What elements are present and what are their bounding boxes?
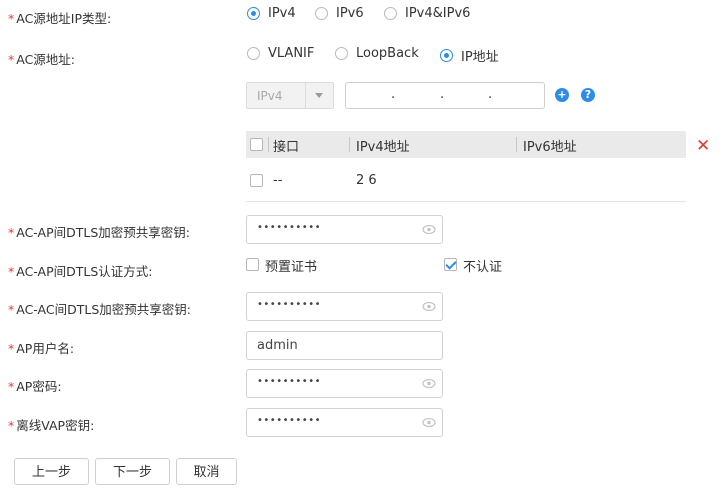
column-interface: 接口 bbox=[273, 140, 300, 155]
radio-ipv6-indicator[interactable] bbox=[315, 7, 328, 20]
acac-psk-input[interactable]: •••••••••• bbox=[246, 292, 443, 321]
radio-ip-address[interactable]: IP地址 bbox=[440, 46, 499, 65]
table-row: -- 2 6 bbox=[246, 158, 686, 202]
column-ipv6: IPv6地址 bbox=[523, 140, 577, 155]
ap-password-input[interactable]: •••••••••• bbox=[246, 369, 443, 398]
dtls-psk-label: * AC-AP间DTLS加密预共享密钥: bbox=[8, 225, 191, 240]
ip-address-input[interactable]: . . . bbox=[345, 82, 545, 109]
radio-ipv4-ipv6[interactable]: IPv4&IPv6 bbox=[384, 6, 470, 21]
row-checkbox[interactable] bbox=[250, 174, 263, 187]
ip-version-select[interactable]: IPv4 bbox=[246, 82, 334, 109]
dtls-psk-input[interactable]: •••••••••• bbox=[246, 215, 443, 244]
question-circle-icon[interactable]: ? bbox=[581, 88, 595, 102]
radio-vlanif-indicator[interactable] bbox=[247, 47, 260, 60]
eye-icon[interactable] bbox=[422, 224, 436, 235]
prev-step-button[interactable]: 上一步 bbox=[14, 458, 89, 485]
plus-circle-icon[interactable]: + bbox=[555, 88, 569, 102]
vap-key-input[interactable]: •••••••••• bbox=[246, 408, 443, 437]
eye-icon[interactable] bbox=[422, 301, 436, 312]
source-address-label: * AC源地址: bbox=[8, 52, 76, 67]
eye-icon[interactable] bbox=[422, 378, 436, 389]
eye-icon[interactable] bbox=[422, 417, 436, 428]
ap-username-label: * AP用户名: bbox=[8, 341, 75, 356]
select-all-checkbox[interactable] bbox=[250, 138, 263, 151]
radio-loopback-indicator[interactable] bbox=[335, 47, 348, 60]
ap-username-input[interactable]: admin bbox=[246, 331, 443, 360]
ap-password-label: * AP密码: bbox=[8, 379, 62, 394]
ip-type-label: * AC源地址IP类型: bbox=[8, 11, 112, 26]
chevron-down-icon[interactable] bbox=[315, 93, 323, 98]
acac-psk-label: * AC-AC间DTLS加密预共享密钥: bbox=[8, 302, 191, 317]
radio-ipv6[interactable]: IPv6 bbox=[315, 6, 364, 21]
dtls-auth-label: * AC-AP间DTLS认证方式: bbox=[8, 264, 153, 279]
radio-ipv4[interactable]: IPv4 bbox=[247, 6, 296, 21]
next-step-button[interactable]: 下一步 bbox=[95, 458, 170, 485]
no-auth-checkbox[interactable] bbox=[444, 258, 457, 271]
radio-ip-address-indicator[interactable] bbox=[440, 49, 453, 62]
close-icon[interactable]: ✕ bbox=[696, 138, 710, 155]
radio-ipv4-indicator[interactable] bbox=[247, 7, 260, 20]
column-ipv4: IPv4地址 bbox=[356, 140, 410, 155]
radio-vlanif[interactable]: VLANIF bbox=[247, 46, 314, 61]
preset-cert-checkbox[interactable] bbox=[246, 258, 259, 271]
vap-key-label: * 离线VAP密钥: bbox=[8, 418, 95, 433]
interface-table-header: 接口 IPv4地址 IPv6地址 bbox=[246, 131, 686, 158]
cancel-button[interactable]: 取消 bbox=[176, 458, 237, 485]
radio-ipv4-ipv6-indicator[interactable] bbox=[384, 7, 397, 20]
radio-loopback[interactable]: LoopBack bbox=[335, 46, 419, 61]
